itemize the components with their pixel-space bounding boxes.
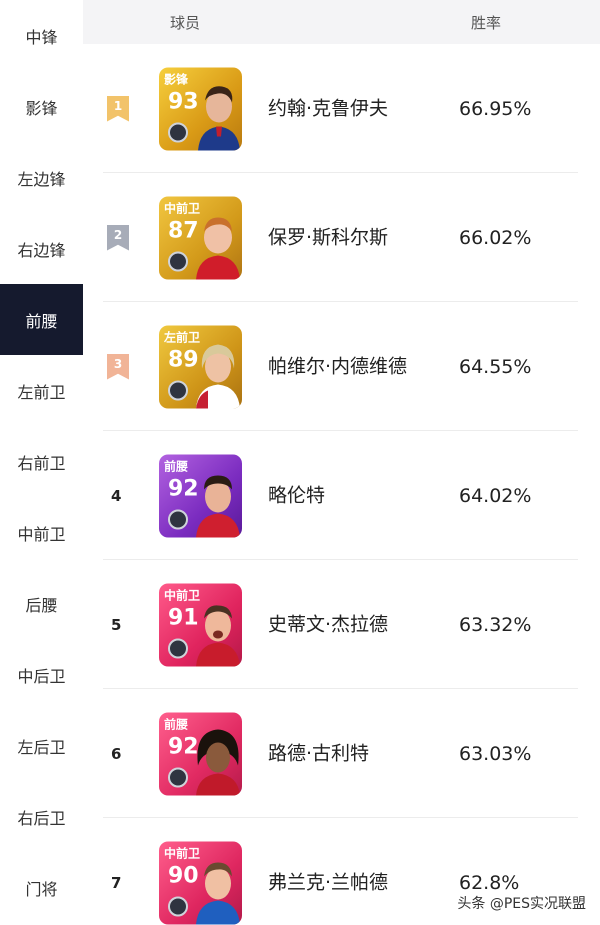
sidebar-item-rmf[interactable]: 右前卫 (0, 426, 83, 497)
player-card: 前腰 92 (159, 454, 242, 537)
sidebar-item-label: 左后卫 (17, 737, 66, 757)
sidebar-item-label: 左前卫 (17, 382, 66, 402)
table-row[interactable]: 5 中前卫 91 史蒂文·杰拉德 63.32% (83, 560, 600, 689)
sidebar-item-amf[interactable]: 前腰 (0, 284, 83, 355)
sidebar-item-label: 中前卫 (17, 524, 66, 544)
team-coin-icon (168, 638, 188, 658)
rank-number: 2 (113, 227, 123, 242)
column-header-win-rate: 胜率 (471, 14, 502, 32)
sidebar-item-label: 右前卫 (17, 453, 66, 473)
player-portrait-icon (196, 475, 240, 537)
win-rate: 62.8% (459, 871, 520, 894)
player-portrait-icon (196, 862, 240, 924)
player-portrait-icon (196, 344, 240, 408)
rank-number: 7 (111, 873, 122, 892)
win-rate: 66.95% (459, 97, 532, 120)
column-header-player: 球员 (170, 14, 201, 32)
player-card: 中前卫 87 (159, 196, 242, 279)
ranking-panel: 球员 胜率 1 影锋 93 约翰·克鲁伊夫 66.95% 2 中前卫 87 保罗… (83, 0, 600, 925)
table-row[interactable]: 2 中前卫 87 保罗·斯科尔斯 66.02% (83, 173, 600, 302)
position-sidebar: 中锋 影锋 左边锋 右边锋 前腰 左前卫 右前卫 中前卫 后腰 中后卫 左后卫 … (0, 0, 83, 925)
rank-number: 4 (111, 486, 122, 505)
sidebar-item-label: 中后卫 (17, 666, 66, 686)
sidebar-item-lmf[interactable]: 左前卫 (0, 355, 83, 426)
player-portrait-icon (196, 729, 240, 795)
sidebar-item-ss[interactable]: 影锋 (0, 71, 83, 142)
rank-number: 5 (111, 615, 122, 634)
win-rate: 66.02% (459, 226, 532, 249)
win-rate: 64.02% (459, 484, 532, 507)
win-rate: 64.55% (459, 355, 532, 378)
sidebar-item-label: 前腰 (25, 311, 58, 331)
sidebar-item-label: 右后卫 (17, 808, 66, 828)
rank-number: 3 (113, 356, 123, 371)
team-coin-icon (168, 896, 188, 916)
player-card: 左前卫 89 (159, 325, 242, 408)
rank-badge: 1 (107, 95, 129, 122)
rank-number: 1 (113, 98, 123, 113)
player-card: 中前卫 91 (159, 583, 242, 666)
sidebar-item-gk[interactable]: 门将 (0, 852, 83, 923)
table-row[interactable]: 6 前腰 92 路德·古利特 63.03% (83, 689, 600, 818)
sidebar-item-label: 后腰 (25, 595, 58, 615)
watermark: 头条 @PES实况联盟 (457, 896, 586, 912)
card-position: 前腰 (164, 459, 189, 473)
rank-number: 6 (111, 744, 122, 763)
player-card: 中前卫 90 (159, 841, 242, 924)
rank-badge: 2 (107, 224, 129, 251)
sidebar-item-label: 左边锋 (17, 169, 66, 189)
player-portrait-icon (196, 217, 240, 279)
win-rate: 63.03% (459, 742, 532, 765)
table-row[interactable]: 1 影锋 93 约翰·克鲁伊夫 66.95% (83, 44, 600, 173)
player-name: 弗兰克·兰帕德 (268, 871, 389, 893)
sidebar-item-label: 中锋 (25, 27, 58, 47)
sidebar-item-label: 右边锋 (17, 240, 66, 260)
table-row[interactable]: 3 左前卫 89 帕维尔·内德维德 64.55% (83, 302, 600, 431)
sidebar-item-lwf[interactable]: 左边锋 (0, 142, 83, 213)
win-rate: 63.32% (459, 613, 532, 636)
sidebar-item-cb[interactable]: 中后卫 (0, 639, 83, 710)
team-coin-icon (168, 251, 188, 271)
sidebar-item-rwf[interactable]: 右边锋 (0, 213, 83, 284)
team-coin-icon (168, 509, 188, 529)
player-name: 略伦特 (268, 484, 326, 506)
table-row[interactable]: 4 前腰 92 略伦特 64.02% (83, 431, 600, 560)
sidebar-item-cf[interactable]: 中锋 (0, 0, 83, 71)
rank-badge: 3 (107, 353, 129, 380)
player-card: 影锋 93 (159, 67, 242, 150)
player-portrait-icon (196, 604, 240, 666)
team-coin-icon (168, 122, 188, 142)
player-name: 路德·古利特 (268, 742, 370, 764)
player-name: 史蒂文·杰拉德 (268, 613, 389, 635)
sidebar-item-cmf[interactable]: 中前卫 (0, 497, 83, 568)
sidebar-item-dmf[interactable]: 后腰 (0, 568, 83, 639)
player-portrait-icon (198, 85, 240, 150)
sidebar-item-label: 门将 (25, 879, 58, 899)
team-coin-icon (168, 380, 188, 400)
player-card: 前腰 92 (159, 712, 242, 795)
player-name: 帕维尔·内德维德 (268, 355, 408, 377)
sidebar-item-lb[interactable]: 左后卫 (0, 710, 83, 781)
team-coin-icon (168, 767, 188, 787)
card-position: 影锋 (164, 72, 189, 86)
table-header: 球员 胜率 (83, 0, 600, 44)
sidebar-item-rb[interactable]: 右后卫 (0, 781, 83, 852)
card-position: 前腰 (164, 717, 189, 731)
sidebar-item-label: 影锋 (25, 98, 58, 118)
player-name: 保罗·斯科尔斯 (268, 226, 389, 248)
player-name: 约翰·克鲁伊夫 (268, 97, 389, 119)
